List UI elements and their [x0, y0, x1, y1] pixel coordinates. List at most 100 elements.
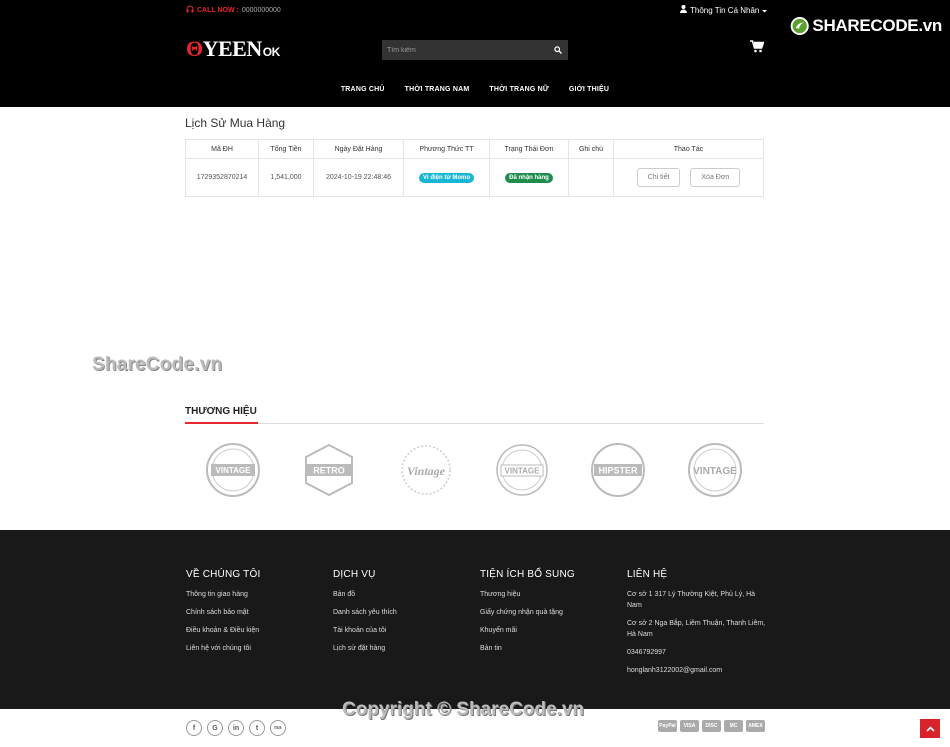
amex-icon: AMEX	[746, 720, 765, 732]
footer-link[interactable]: Danh sách yêu thích	[333, 607, 397, 618]
google-icon[interactable]: G	[207, 720, 223, 736]
col-order-date: Ngày Đặt Hàng	[313, 139, 404, 159]
mastercard-icon: MC	[724, 720, 743, 732]
logo-main: YEEN	[202, 36, 263, 61]
brand-logo[interactable]: VINTAGE	[686, 442, 744, 498]
bottom-bar: f G in t rss Copyright © ShareCode.vn Pa…	[0, 699, 950, 747]
brand-logo-label: VINTAGE	[505, 467, 541, 476]
search-input[interactable]	[382, 40, 548, 60]
watermark-text: ShareCode.vn	[92, 354, 223, 375]
contact-email[interactable]: honglanh3122002@gmail.com	[627, 665, 767, 676]
brand-logo-label: Vintage	[407, 464, 446, 478]
footer-services-title: DỊCH VỤ	[333, 569, 376, 580]
col-note: Ghi chú	[568, 139, 614, 159]
footer-link[interactable]: Chính sách bảo mật	[186, 607, 260, 618]
payment-methods: PayPal VISA DISC MC AMEX	[658, 720, 765, 732]
brand-logo[interactable]: VINTAGE	[494, 442, 550, 498]
col-total: Tổng Tiền	[258, 139, 314, 159]
page-title: Lịch Sử Mua Hàng	[185, 116, 286, 130]
footer-link[interactable]: Tài khoản của tôi	[333, 625, 397, 636]
footer-about-title: VỀ CHÚNG TÔI	[186, 569, 261, 580]
brand-logo-label: VINTAGE	[215, 466, 251, 475]
delete-order-button[interactable]: Xóa Đơn	[690, 168, 741, 187]
order-note	[568, 158, 614, 197]
col-actions: Thao Tác	[613, 139, 764, 159]
payment-method-cell: Ví điện tử Momo	[403, 158, 490, 197]
order-date: 2024-10-19 22:48:46	[313, 158, 404, 197]
linkedin-icon[interactable]: in	[228, 720, 244, 736]
social-links: f G in t rss	[186, 720, 286, 736]
order-actions: Chi tiết Xóa Đơn	[613, 158, 764, 197]
contact-phone: 0346792997	[627, 649, 666, 656]
headset-icon	[186, 5, 194, 15]
footer-link[interactable]: Liên hệ với chúng tôi	[186, 643, 260, 654]
search-icon	[554, 46, 562, 54]
nav-men[interactable]: THỜI TRANG NAM	[405, 86, 470, 93]
account-menu[interactable]: Thông Tin Cá Nhân	[680, 5, 768, 15]
footer-services: DỊCH VỤ Bản đồ Danh sách yêu thích Tài k…	[333, 569, 397, 661]
detail-button[interactable]: Chi tiết	[636, 168, 681, 187]
brand-logo[interactable]: Vintage	[397, 442, 455, 498]
site-footer: VỀ CHÚNG TÔI Thông tin giao hàng Chính s…	[0, 530, 950, 709]
copyright-watermark: Copyright © ShareCode.vn	[342, 699, 585, 720]
order-status-badge: Đã nhận hàng	[505, 172, 553, 183]
footer-link[interactable]: Giấy chứng nhận quà tặng	[480, 607, 575, 618]
table-header-row: Mã ĐH Tổng Tiền Ngày Đặt Hàng Phương Thứ…	[185, 139, 764, 159]
order-total: 1,541,000	[258, 158, 314, 197]
logo-mark-icon: Θ	[186, 36, 203, 61]
brands-divider	[185, 422, 764, 424]
brands-title: THƯƠNG HIỆU	[185, 406, 257, 417]
brand-logo-label: RETRO	[313, 466, 345, 476]
call-now: CALL NOW : 0000000000	[186, 5, 281, 15]
call-now-label: CALL NOW :	[197, 6, 239, 14]
cart-button[interactable]	[750, 40, 765, 58]
site-header: CALL NOW : 0000000000 Thông Tin Cá Nhân …	[0, 0, 950, 107]
footer-link[interactable]: Thương hiệu	[480, 589, 575, 600]
order-history-table: Mã ĐH Tổng Tiền Ngày Đặt Hàng Phương Thứ…	[185, 139, 764, 197]
brand-logo[interactable]: RETRO	[301, 442, 357, 498]
brands-row: VINTAGE RETRO Vintage VINTAGE HIPSTER VI…	[185, 442, 764, 498]
rss-icon[interactable]: rss	[270, 720, 286, 736]
col-order-status: Trạng Thái Đơn	[489, 139, 569, 159]
brand-logo[interactable]: VINTAGE	[205, 442, 261, 498]
footer-link[interactable]: Bản tin	[480, 643, 575, 654]
contact-address-2: Cơ sở 2 Nga Bắp, Liêm Thuận, Thanh Liêm,…	[627, 620, 766, 638]
sharecode-logo-text: SHARECODE.vn	[812, 15, 942, 35]
contact-address-1: Cơ sở 1 317 Lý Thường Kiệt, Phủ Lý, Hà N…	[627, 591, 756, 609]
order-id: 1729352870214	[185, 158, 259, 197]
nav-about[interactable]: GIỚI THIỆU	[569, 86, 609, 93]
footer-contact-title: LIÊN HỆ	[627, 569, 668, 580]
back-to-top-button[interactable]	[920, 719, 940, 738]
discover-icon: DISC	[702, 720, 721, 732]
brand-logo[interactable]: HIPSTER	[590, 442, 646, 498]
footer-link[interactable]: Điều khoản & Điều kiện	[186, 625, 260, 636]
payment-method-badge: Ví điện tử Momo	[418, 172, 474, 183]
sharecode-logo-icon	[790, 16, 809, 35]
sharecode-watermark-logo: SHARECODE.vn	[790, 9, 942, 42]
order-status-cell: Đã nhận hàng	[489, 158, 569, 197]
nav-women[interactable]: THỜI TRANG NỮ	[489, 86, 549, 93]
logo-suffix: OK	[262, 45, 281, 59]
twitter-icon[interactable]: t	[249, 720, 265, 736]
footer-link[interactable]: Thông tin giao hàng	[186, 589, 260, 600]
visa-icon: VISA	[680, 720, 699, 732]
footer-link[interactable]: Lịch sử đặt hàng	[333, 643, 397, 654]
paypal-icon: PayPal	[658, 720, 677, 732]
brand-logo-label: VINTAGE	[693, 466, 737, 477]
col-order-id: Mã ĐH	[185, 139, 259, 159]
chevron-up-icon	[925, 725, 935, 732]
facebook-icon[interactable]: f	[186, 720, 202, 736]
nav-home[interactable]: TRANG CHỦ	[341, 86, 385, 93]
brand-logo-label: HIPSTER	[599, 466, 639, 476]
footer-extras-title: TIỆN ÍCH BỔ SUNG	[480, 569, 575, 580]
footer-link[interactable]: Bản đồ	[333, 589, 397, 600]
site-logo[interactable]: Θ YEEN OK	[186, 36, 280, 62]
search-button[interactable]	[548, 40, 568, 60]
user-icon	[680, 5, 687, 15]
caret-down-icon	[762, 6, 768, 15]
table-row: 1729352870214 1,541,000 2024-10-19 22:48…	[185, 158, 764, 197]
footer-extras: TIỆN ÍCH BỔ SUNG Thương hiệu Giấy chứng …	[480, 569, 575, 661]
cart-icon	[750, 40, 765, 53]
footer-link[interactable]: Khuyến mãi	[480, 625, 575, 636]
account-label: Thông Tin Cá Nhân	[690, 5, 760, 15]
